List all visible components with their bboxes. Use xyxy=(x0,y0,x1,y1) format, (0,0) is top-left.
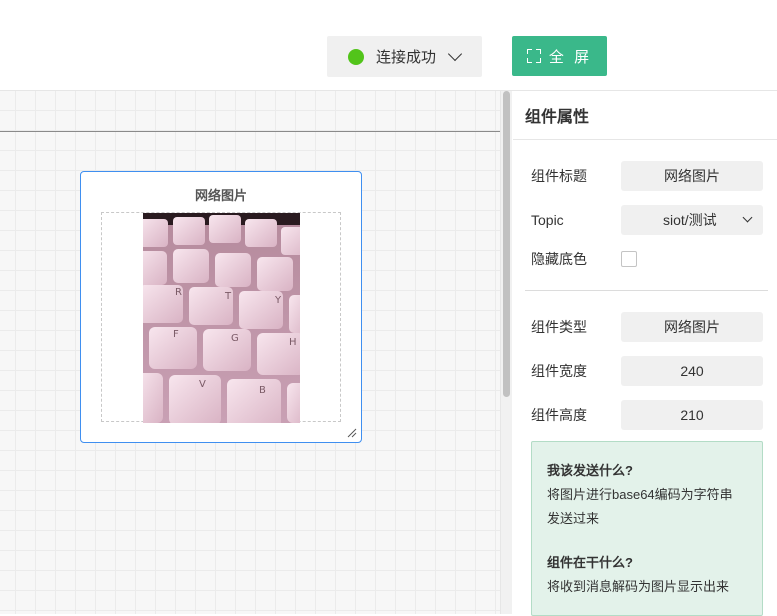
image-widget[interactable]: 网络图片 R T Y F G H V B xyxy=(80,171,362,443)
hide-background-row: 隐藏底色 xyxy=(531,249,637,269)
panel-title: 组件属性 xyxy=(513,91,777,140)
help-box: 我该发送什么? 将图片进行base64编码为字符串 发送过来 组件在干什么? 将… xyxy=(531,441,763,616)
properties-panel: 组件属性 组件标题 网络图片 Topic siot/测试 隐藏底色 组件类型 网… xyxy=(513,91,777,616)
help-question-2: 组件在干什么? xyxy=(547,555,633,570)
topic-value: siot/测试 xyxy=(663,212,717,228)
keyboard-photo: R T Y F G H V B xyxy=(143,213,300,423)
connection-status-dropdown[interactable]: 连接成功 xyxy=(327,36,482,77)
width-input[interactable]: 240 xyxy=(621,356,763,386)
topic-row: Topic siot/测试 xyxy=(531,205,763,235)
hide-background-label: 隐藏底色 xyxy=(531,251,587,267)
image-frame: R T Y F G H V B xyxy=(101,212,341,423)
svg-text:G: G xyxy=(231,333,239,344)
title-label: 组件标题 xyxy=(531,168,587,184)
chevron-down-icon xyxy=(742,212,753,223)
svg-text:R: R xyxy=(175,287,182,298)
svg-text:V: V xyxy=(199,379,206,390)
type-value: 网络图片 xyxy=(621,312,763,342)
svg-text:F: F xyxy=(173,329,179,340)
help-question-1: 我该发送什么? xyxy=(547,463,633,478)
canvas-guide-line xyxy=(0,131,500,132)
canvas-scrollbar[interactable] xyxy=(500,91,512,614)
connection-status-label: 连接成功 xyxy=(376,49,437,66)
width-label: 组件宽度 xyxy=(531,363,587,379)
fullscreen-icon xyxy=(526,49,541,63)
height-row: 组件高度 210 xyxy=(531,400,763,430)
type-row: 组件类型 网络图片 xyxy=(531,312,763,342)
design-canvas[interactable]: 网络图片 R T Y F G H V B xyxy=(0,91,500,614)
title-input[interactable]: 网络图片 xyxy=(621,161,763,191)
svg-text:T: T xyxy=(224,291,232,302)
fullscreen-button[interactable]: 全 屏 xyxy=(512,36,607,76)
svg-text:Y: Y xyxy=(274,295,282,306)
topic-select[interactable]: siot/测试 xyxy=(621,205,763,235)
topic-label: Topic xyxy=(531,212,564,228)
svg-text:B: B xyxy=(259,385,266,396)
resize-handle-icon[interactable] xyxy=(347,428,357,438)
connection-status-dot xyxy=(348,48,364,65)
hide-background-checkbox[interactable] xyxy=(621,251,637,267)
width-row: 组件宽度 240 xyxy=(531,356,763,386)
scrollbar-thumb[interactable] xyxy=(503,91,510,397)
chevron-down-icon xyxy=(447,46,463,61)
height-input[interactable]: 210 xyxy=(621,400,763,430)
help-answer-1-line-1: 将图片进行base64编码为字符串 xyxy=(547,487,733,502)
height-label: 组件高度 xyxy=(531,407,587,423)
help-answer-1-line-2: 发送过来 xyxy=(547,511,600,526)
help-answer-2: 将收到消息解码为图片显示出来 xyxy=(547,579,730,594)
svg-text:H: H xyxy=(289,337,297,348)
toolbar: 连接成功 全 屏 xyxy=(0,0,777,91)
type-label: 组件类型 xyxy=(531,319,587,335)
title-row: 组件标题 网络图片 xyxy=(531,161,763,191)
fullscreen-label: 全 屏 xyxy=(548,48,593,66)
widget-title: 网络图片 xyxy=(194,188,247,203)
panel-divider xyxy=(525,290,768,291)
